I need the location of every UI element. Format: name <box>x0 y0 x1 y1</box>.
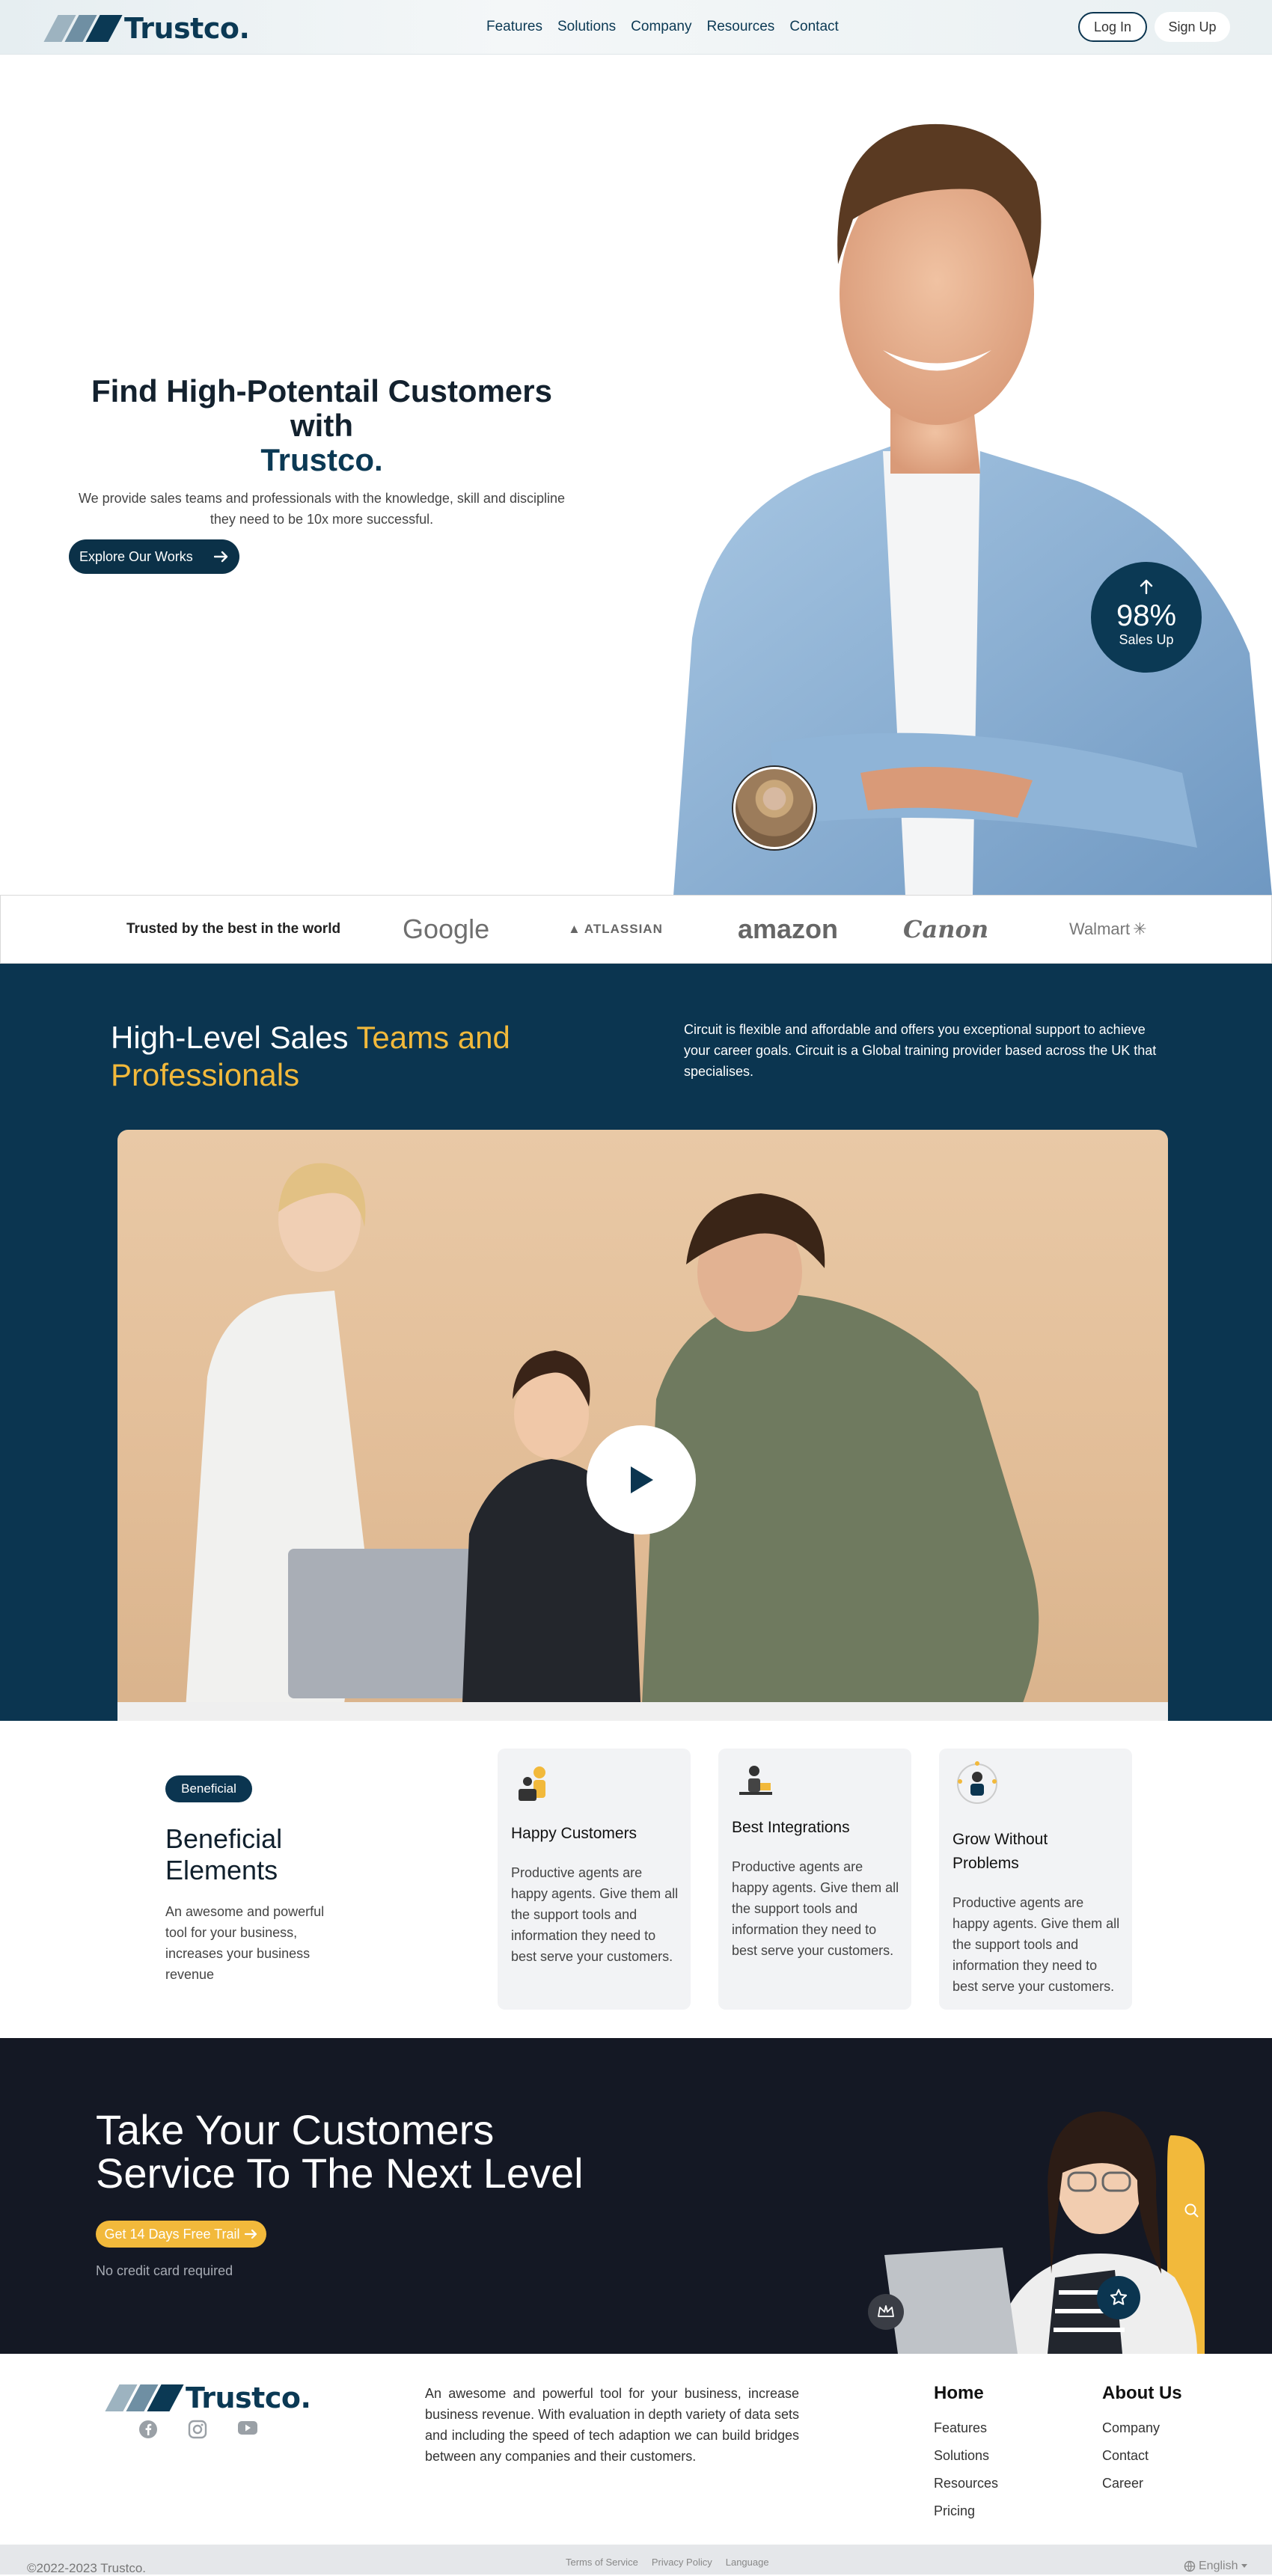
youtube-icon[interactable] <box>237 2420 258 2436</box>
happy-customer-icon <box>519 1766 545 1801</box>
footer-description: An awesome and powerful tool for your bu… <box>425 2386 799 2464</box>
star-icon <box>1110 2289 1128 2305</box>
benefit-card: Happy Customers Productive agents are ha… <box>498 1749 691 2010</box>
sales-stat-badge: 98% Sales Up <box>1091 562 1202 673</box>
canon-logo: Canon <box>903 915 989 943</box>
benefit-card-text: Productive agents are happy agents. Give… <box>732 1859 899 1958</box>
footer-home-title: Home <box>934 2383 984 2403</box>
google-logo: Google <box>403 914 490 944</box>
cta-title-line1: Take Your Customers <box>96 2106 495 2153</box>
beneficial-tag: Beneficial <box>165 1775 252 1802</box>
no-credit-card-note: No credit card required <box>96 2263 233 2278</box>
signup-button[interactable]: Sign Up <box>1155 12 1230 42</box>
footer-link-pricing[interactable]: Pricing <box>934 2497 998 2525</box>
globe-icon <box>1184 2560 1196 2572</box>
logo-mark-icon <box>105 2384 184 2411</box>
sales-stat-label: Sales Up <box>1119 632 1174 647</box>
footer-link-solutions[interactable]: Solutions <box>934 2442 998 2470</box>
trusted-label: Trusted by the best in the world <box>126 921 341 937</box>
crown-icon <box>878 2305 894 2317</box>
walmart-logo: Walmart ✳ <box>1069 911 1147 948</box>
sales-section-title: High-Level Sales Teams and Professionals <box>111 1019 635 1094</box>
footer-link-contact[interactable]: Contact <box>1102 2442 1182 2470</box>
benefit-card-text: Productive agents are happy agents. Give… <box>511 1865 679 1964</box>
benefit-card: Grow Without Problems Productive agents … <box>939 1749 1132 2010</box>
brand-logo[interactable]: Trustco. <box>43 12 250 45</box>
star-bubble <box>1097 2276 1140 2319</box>
arrow-right-icon <box>213 551 227 563</box>
benefit-card-title: Happy Customers <box>511 1825 637 1842</box>
language-selector[interactable]: English <box>1184 2560 1248 2573</box>
trusted-by-bar: Trusted by the best in the world Google … <box>0 895 1272 964</box>
play-button[interactable] <box>587 1425 696 1535</box>
atlassian-logo-text: ATLASSIAN <box>584 922 663 936</box>
footer-about-title: About Us <box>1102 2383 1182 2403</box>
footer-link-features[interactable]: Features <box>934 2414 998 2442</box>
language-value: English <box>1199 2560 1238 2572</box>
facebook-icon[interactable] <box>138 2420 158 2439</box>
nav-link-contact[interactable]: Contact <box>789 19 838 35</box>
sales-title-white: High-Level Sales <box>111 1020 357 1055</box>
play-icon <box>631 1466 653 1493</box>
brand-name: Trustco. <box>124 12 250 45</box>
hero-title-line1: Find High-Potentail Customers <box>91 373 552 409</box>
explore-works-button[interactable]: Explore Our Works <box>69 539 239 574</box>
sales-description: Circuit is flexible and affordable and o… <box>684 1022 1157 1079</box>
arrow-right-icon <box>244 2229 257 2239</box>
privacy-link[interactable]: Privacy Policy <box>652 2557 712 2568</box>
footer-link-resources[interactable]: Resources <box>934 2470 998 2497</box>
hero-title-line2: with <box>290 408 353 443</box>
explore-works-label: Explore Our Works <box>79 548 193 564</box>
benefit-card-title: Grow Without Problems <box>953 1831 1048 1872</box>
arrow-up-icon <box>1140 579 1153 595</box>
walmart-spark-icon: ✳ <box>1133 920 1147 938</box>
cta-title-line2: Service To The Next Level <box>96 2150 584 2197</box>
search-bubble <box>1178 2197 1205 2224</box>
nav-link-features[interactable]: Features <box>486 19 542 35</box>
atlassian-logo: ▲ ATLASSIAN <box>568 911 663 948</box>
woman-with-laptop-photo <box>884 2111 1205 2354</box>
customer-avatar <box>733 767 816 849</box>
footer-about-column: About Us Company Contact Career <box>1102 2383 1182 2497</box>
benefits-title: Beneficial Elements <box>165 1823 283 1885</box>
nav-link-company[interactable]: Company <box>631 19 691 35</box>
sales-stat-value: 98% <box>1116 599 1177 632</box>
footer-link-career[interactable]: Career <box>1102 2470 1182 2497</box>
login-button[interactable]: Log In <box>1078 12 1147 42</box>
nav-link-solutions[interactable]: Solutions <box>557 19 616 35</box>
benefit-card-title: Best Integrations <box>732 1819 850 1836</box>
crown-bubble <box>868 2294 904 2330</box>
copyright-text: ©2022-2023 Trustco. <box>27 2561 147 2575</box>
hero-subtitle: We provide sales teams and professionals… <box>78 491 565 527</box>
amazon-logo: amazon <box>738 914 839 944</box>
language-link[interactable]: Language <box>726 2557 769 2568</box>
hero-title: Find High-Potentail Customers with Trust… <box>67 374 576 477</box>
instagram-icon[interactable] <box>188 2420 207 2439</box>
free-trial-button[interactable]: Get 14 Days Free Trail <box>96 2221 266 2248</box>
footer-brand-logo[interactable]: Trustco. <box>105 2381 311 2414</box>
benefits-description: An awesome and powerful tool for your bu… <box>165 1904 325 1982</box>
hero-title-brand: Trustco. <box>260 442 383 477</box>
hero-man-photo <box>658 55 1272 896</box>
social-links <box>138 2420 258 2439</box>
footer-home-column: Home Features Solutions Resources Pricin… <box>934 2383 998 2525</box>
terms-link[interactable]: Terms of Service <box>566 2557 638 2568</box>
free-trial-label: Get 14 Days Free Trail <box>104 2226 240 2242</box>
footer-link-company[interactable]: Company <box>1102 2414 1182 2442</box>
logo-mark-icon <box>43 15 123 42</box>
atlassian-mark-icon: ▲ <box>568 922 581 936</box>
top-navbar: Trustco. Features Solutions Company Reso… <box>0 0 1272 55</box>
bottom-bar: ©2022-2023 Trustco. Terms of Service Pri… <box>0 2545 1272 2575</box>
cta-title: Take Your Customers Service To The Next … <box>96 2108 584 2195</box>
nav-link-resources[interactable]: Resources <box>706 19 774 35</box>
search-icon <box>1184 2203 1199 2218</box>
benefit-card-text: Productive agents are happy agents. Give… <box>953 1895 1120 1994</box>
integrations-icon <box>739 1766 772 1795</box>
growth-icon <box>957 1761 997 1804</box>
caret-down-icon <box>1241 2564 1248 2568</box>
footer-brand-name: Trustco. <box>186 2381 311 2414</box>
walmart-logo-text: Walmart <box>1069 920 1131 938</box>
nav-links: Features Solutions Company Resources Con… <box>486 19 839 35</box>
benefit-card: Best Integrations Productive agents are … <box>718 1749 911 2010</box>
